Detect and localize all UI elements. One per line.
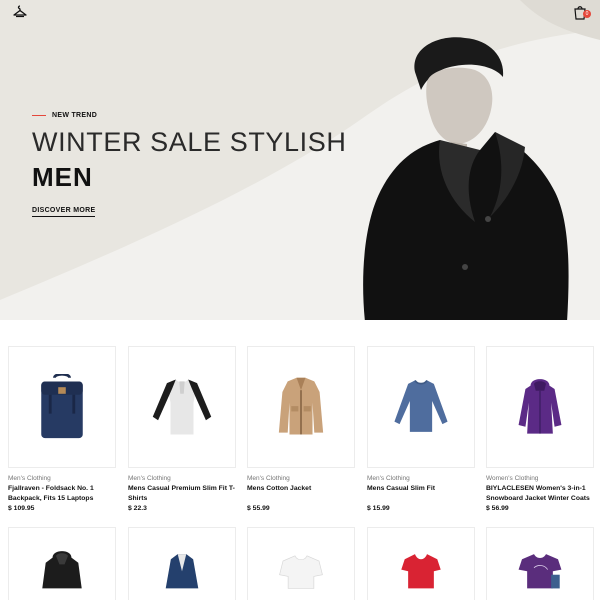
product-name[interactable]: Mens Casual Premium Slim Fit T-Shirts: [128, 484, 236, 504]
product-image-red-tee[interactable]: [367, 527, 475, 600]
product-name[interactable]: BIYLACLESEN Women's 3-in-1 Snowboard Jac…: [486, 484, 594, 504]
white-blouse-icon: [279, 555, 323, 589]
product-price: $ 109.95: [8, 505, 35, 512]
product-category: Women's Clothing: [486, 475, 539, 482]
hero-text-block: NEW TREND WINTER SALE STYLISH MEN DISCOV…: [32, 112, 346, 217]
product-image-jacket[interactable]: [247, 346, 355, 468]
hero-eyebrow: NEW TREND: [32, 112, 346, 119]
raglan-shirt-icon: [152, 379, 212, 435]
hanger-logo-icon[interactable]: [12, 4, 28, 20]
purple-print-tee-icon: [518, 554, 562, 589]
snowboard-jacket-icon: [518, 379, 562, 434]
hero-title: WINTER SALE STYLISH: [32, 127, 347, 157]
product-price: $ 55.99: [247, 505, 270, 512]
cart-count-badge: 0: [583, 10, 591, 18]
product-name[interactable]: Mens Casual Slim Fit: [367, 484, 475, 494]
product-price: $ 15.99: [367, 505, 390, 512]
product-category: Men's Clothing: [367, 475, 410, 482]
product-category: Men's Clothing: [247, 475, 290, 482]
product-image-denim-jacket[interactable]: [128, 527, 236, 600]
eyebrow-accent-line: [32, 114, 46, 117]
hero-model-image: [363, 37, 569, 320]
product-image-snowboard-jacket[interactable]: [486, 346, 594, 468]
product-image-shirt[interactable]: [128, 346, 236, 468]
product-image-white-blouse[interactable]: [247, 527, 355, 600]
shopping-bag-icon[interactable]: 0: [572, 4, 591, 20]
backpack-icon: [41, 374, 83, 439]
hero-subtitle: MEN: [32, 162, 93, 192]
product-image-backpack[interactable]: [8, 346, 116, 468]
red-tee-icon: [401, 554, 441, 589]
hero-banner: NEW TREND WINTER SALE STYLISH MEN DISCOV…: [0, 0, 600, 320]
product-image-purple-tee[interactable]: [486, 527, 594, 600]
denim-jacket-icon: [165, 554, 199, 589]
product-category: Men's Clothing: [128, 475, 171, 482]
eyebrow-label: NEW TREND: [52, 112, 98, 119]
leather-jacket-icon: [42, 551, 82, 589]
product-image-longsleeve[interactable]: [367, 346, 475, 468]
product-price: $ 22.3: [128, 505, 147, 512]
product-name[interactable]: Mens Cotton Jacket: [247, 484, 355, 494]
product-category: Men's Clothing: [8, 475, 51, 482]
top-navigation-bar: 0: [0, 0, 600, 26]
long-sleeve-tee-icon: [394, 379, 448, 432]
product-image-leather-jacket[interactable]: [8, 527, 116, 600]
product-price: $ 56.99: [486, 505, 509, 512]
cotton-jacket-icon: [278, 377, 324, 435]
discover-more-link[interactable]: DISCOVER MORE: [32, 207, 96, 217]
product-name[interactable]: Fjallraven - Foldsack No. 1 Backpack, Fi…: [8, 484, 116, 504]
